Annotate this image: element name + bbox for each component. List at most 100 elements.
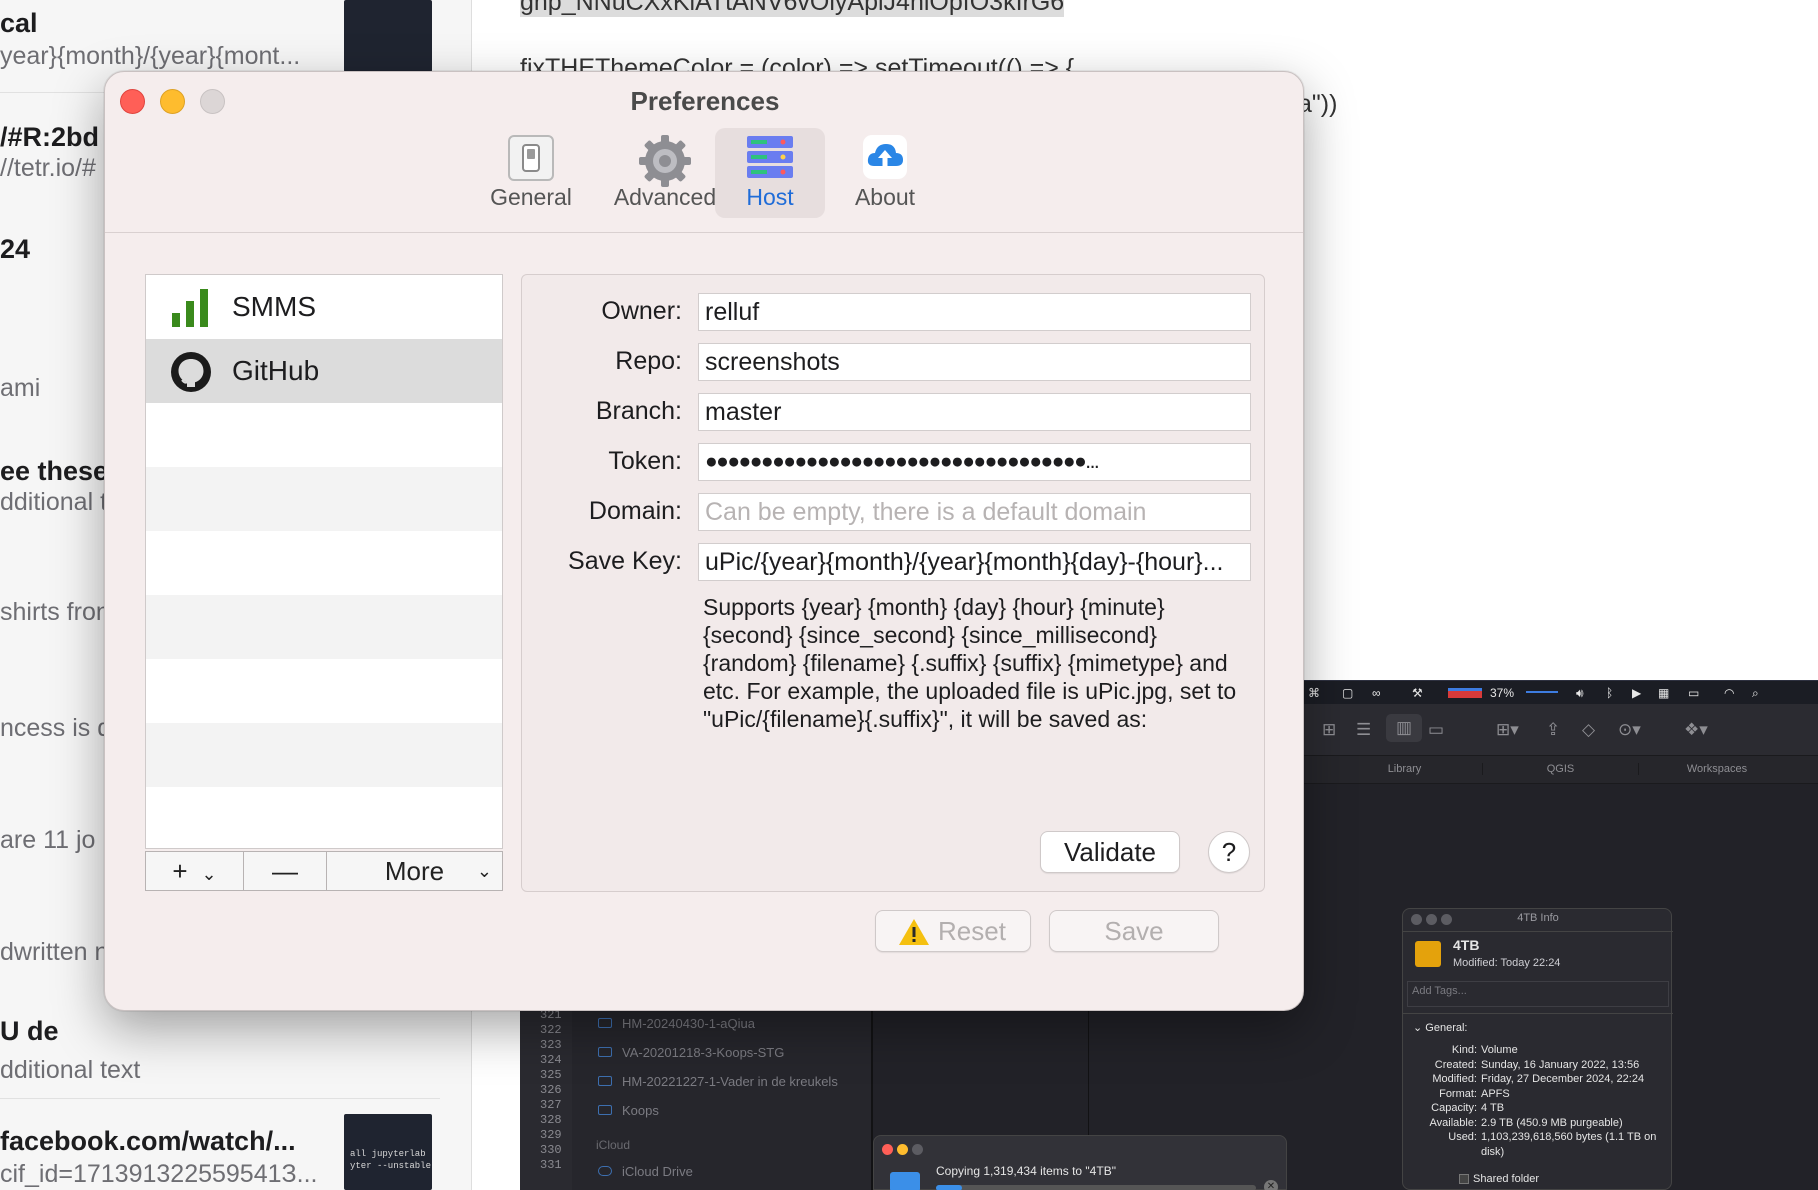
close-button[interactable] (882, 1144, 893, 1155)
tab-general[interactable]: General (477, 128, 585, 218)
chevron-down-icon: ⌄ (201, 864, 217, 884)
server-icon (747, 136, 793, 178)
info-value: APFS (1481, 1087, 1510, 1100)
tag-icon[interactable]: ◇ (1582, 720, 1595, 740)
info-row: Created: Sunday, 16 January 2022, 13:56 (1409, 1058, 1669, 1073)
icon-view-icon[interactable]: ⊞ (1322, 720, 1336, 740)
more-actions-icon[interactable]: ⊙▾ (1618, 720, 1641, 740)
empty-row (146, 531, 502, 595)
plus-icon: + (172, 856, 188, 886)
add-host-button[interactable]: + ⌄ (146, 852, 244, 890)
info-row: Kind: Volume (1409, 1043, 1669, 1058)
copy-status-text: Copying 1,319,434 items to "4TB" (936, 1164, 1116, 1178)
tab-about[interactable]: About (835, 128, 935, 218)
branch-field[interactable]: master (698, 393, 1251, 431)
gallery-view-icon[interactable]: ▭ (1428, 720, 1444, 740)
folder-icon (890, 1172, 920, 1190)
note-title: cal (0, 8, 38, 38)
divider (1403, 1013, 1673, 1014)
general-section-toggle[interactable]: ⌄ General: (1413, 1021, 1467, 1034)
info-row: Capacity: 4 TB (1409, 1101, 1669, 1116)
more-button[interactable]: More ⌄ (327, 852, 502, 890)
save-button[interactable]: Save (1049, 910, 1219, 952)
finder-toolbar: ⊞ ☰ ▥ ▭ ⊞▾ ⇪ ◇ ⊙▾ ❖▾ (1300, 704, 1818, 756)
command-icon[interactable]: ⌘ (1308, 685, 1320, 701)
network-graph-icon[interactable] (1526, 691, 1558, 693)
info-key: Kind: (1451, 1044, 1477, 1056)
save-key-field[interactable]: uPic/{year}{month}/{year}{month}{day}-{h… (698, 543, 1251, 581)
tab-workspaces[interactable]: Workspaces (1639, 763, 1795, 775)
zoom-button[interactable] (912, 1144, 923, 1155)
help-button[interactable]: ? (1208, 831, 1250, 873)
copy-progress-window: Copying 1,319,434 items to "4TB" ✕ (873, 1135, 1287, 1190)
search-icon[interactable]: ⌕ (1752, 685, 1759, 701)
tab-label: Host (746, 184, 794, 210)
host-item-github[interactable]: GitHub (146, 339, 502, 403)
line-number: 323 (540, 1038, 562, 1052)
info-key: Modified: (1432, 1073, 1477, 1085)
minimize-button[interactable] (897, 1144, 908, 1155)
remove-host-button[interactable]: — (244, 852, 327, 890)
tab-label: About (854, 184, 916, 210)
battery-icon[interactable]: ▭ (1688, 685, 1699, 701)
line-number: 322 (540, 1023, 562, 1037)
wifi-icon[interactable]: ◠ (1724, 685, 1734, 701)
battery-percent: 37% (1490, 686, 1515, 700)
volume-icon[interactable]: 🔊︎ (1576, 685, 1584, 701)
play-icon[interactable]: ▶ (1632, 685, 1641, 701)
repo-field[interactable]: screenshots (698, 343, 1251, 381)
sidebar-section-header: iCloud (596, 1138, 631, 1152)
note-title: U de (0, 1016, 59, 1046)
sidebar-item[interactable]: VA-20201218-3-Koops-STG (622, 1045, 784, 1060)
list-view-icon[interactable]: ☰ (1356, 720, 1371, 740)
glasses-icon[interactable]: ∞ (1372, 685, 1381, 701)
host-list: SMMS GitHub (145, 274, 503, 849)
note-title: /#R:2bd (0, 122, 100, 152)
pick-icon[interactable]: ⚒ (1412, 685, 1423, 701)
sidebar-item[interactable]: Koops (622, 1103, 659, 1118)
info-value: Sunday, 16 January 2022, 13:56 (1481, 1058, 1640, 1071)
tags-field[interactable]: Add Tags... (1407, 981, 1669, 1007)
clipboard-icon[interactable]: ▢ (1342, 685, 1353, 701)
info-rows: Kind: Volume Created: Sunday, 16 January 2… (1409, 1043, 1669, 1159)
sidebar-item-icloud-drive[interactable]: iCloud Drive (622, 1164, 693, 1179)
info-key: Format: (1439, 1087, 1477, 1100)
sidebar-item[interactable]: HM-20240430-1-aQiua (622, 1016, 755, 1031)
empty-row (146, 595, 502, 659)
line-number: 330 (540, 1143, 562, 1157)
sidebar-item[interactable]: HM-20221227-1-Vader in de kreukels (622, 1074, 838, 1089)
column-view-icon[interactable]: ▥ (1386, 714, 1422, 742)
group-icon[interactable]: ⊞▾ (1496, 720, 1519, 740)
activity-graph-icon[interactable] (1448, 688, 1482, 698)
shared-folder-checkbox[interactable]: Shared folder (1459, 1173, 1539, 1185)
note-thumbnail (344, 0, 432, 72)
list-item[interactable]: U de dditional text (0, 1012, 471, 1092)
tab-host[interactable]: Host (715, 128, 825, 218)
owner-field[interactable]: relluf (698, 293, 1251, 331)
note-subtitle: year}{month}/{year}{mont... (0, 42, 301, 70)
reset-button[interactable]: Reset (875, 910, 1031, 952)
domain-field[interactable] (698, 493, 1251, 531)
note-subtitle: ami (0, 374, 41, 402)
info-row: Used: 1,103,239,618,560 bytes (1.1 TB on … (1409, 1130, 1669, 1159)
host-item-smms[interactable]: SMMS (146, 275, 502, 339)
tab-library[interactable]: Library (1327, 763, 1483, 775)
calendar-icon[interactable]: ▦ (1658, 685, 1669, 701)
info-value: 2.9 TB (450.9 MB purgeable) (1481, 1116, 1623, 1129)
info-row: Modified: Friday, 27 December 2024, 22:24 (1409, 1072, 1669, 1087)
validate-button[interactable]: Validate (1040, 831, 1180, 873)
bluetooth-icon[interactable]: ᛒ (1606, 685, 1613, 701)
chevron-down-icon: ⌄ (476, 861, 492, 881)
line-number: 331 (540, 1158, 562, 1172)
general-section-label: General: (1425, 1022, 1468, 1034)
empty-row (146, 467, 502, 531)
note-subtitle: dditional text (0, 1056, 141, 1084)
dropbox-icon[interactable]: ❖▾ (1684, 720, 1708, 740)
cancel-copy-icon[interactable]: ✕ (1264, 1180, 1278, 1190)
token-field[interactable]: ●●●●●●●●●●●●●●●●●●●●●●●●●●●●●●●●●●... (698, 443, 1251, 481)
progress-bar (936, 1185, 1256, 1190)
line-number: 328 (540, 1113, 562, 1127)
share-icon[interactable]: ⇪ (1546, 720, 1560, 740)
tab-qgis[interactable]: QGIS (1483, 763, 1639, 775)
info-value: 4 TB (1481, 1102, 1505, 1114)
